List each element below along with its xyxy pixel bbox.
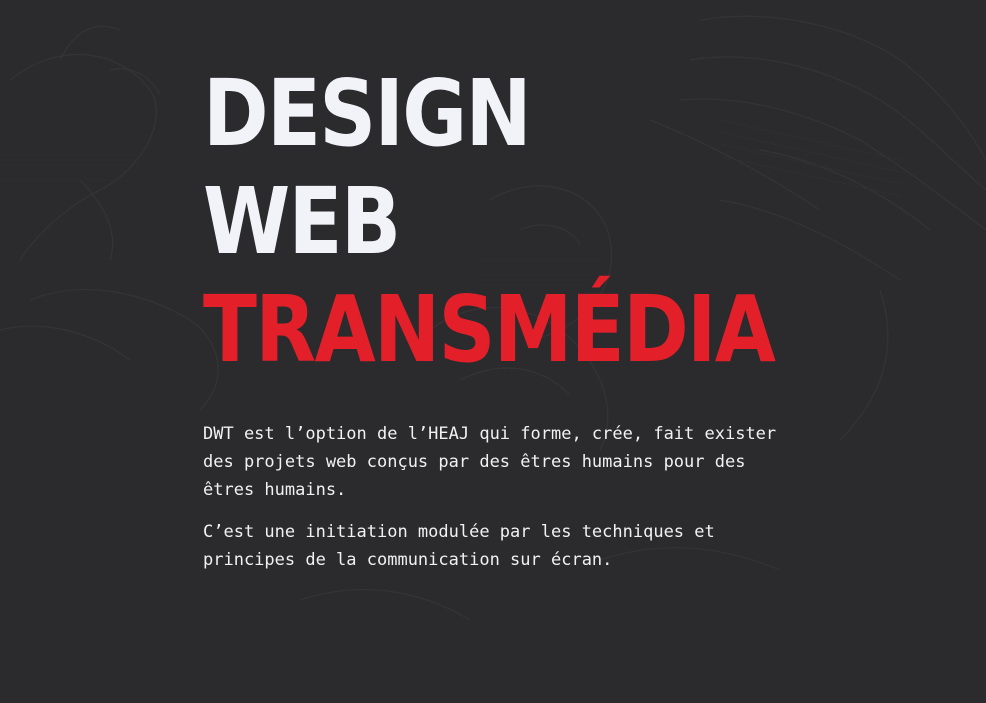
page: DESIGN WEB TRANSMÉDIA DWT est l’option d… [0,0,986,703]
title-line-web: WEB [203,168,401,275]
intro-paragraph-1: DWT est l’option de l’HEAJ qui forme, cr… [203,424,777,500]
hero-title: DESIGN WEB TRANSMÉDIA [203,60,867,384]
intro-text: DWT est l’option de l’HEAJ qui forme, cr… [203,420,803,588]
title-line-transmedia: TRANSMÉDIA [203,276,776,383]
intro-paragraph-2: C’est une initiation modulée par les tec… [203,522,715,570]
title-line-design: DESIGN [203,60,532,167]
